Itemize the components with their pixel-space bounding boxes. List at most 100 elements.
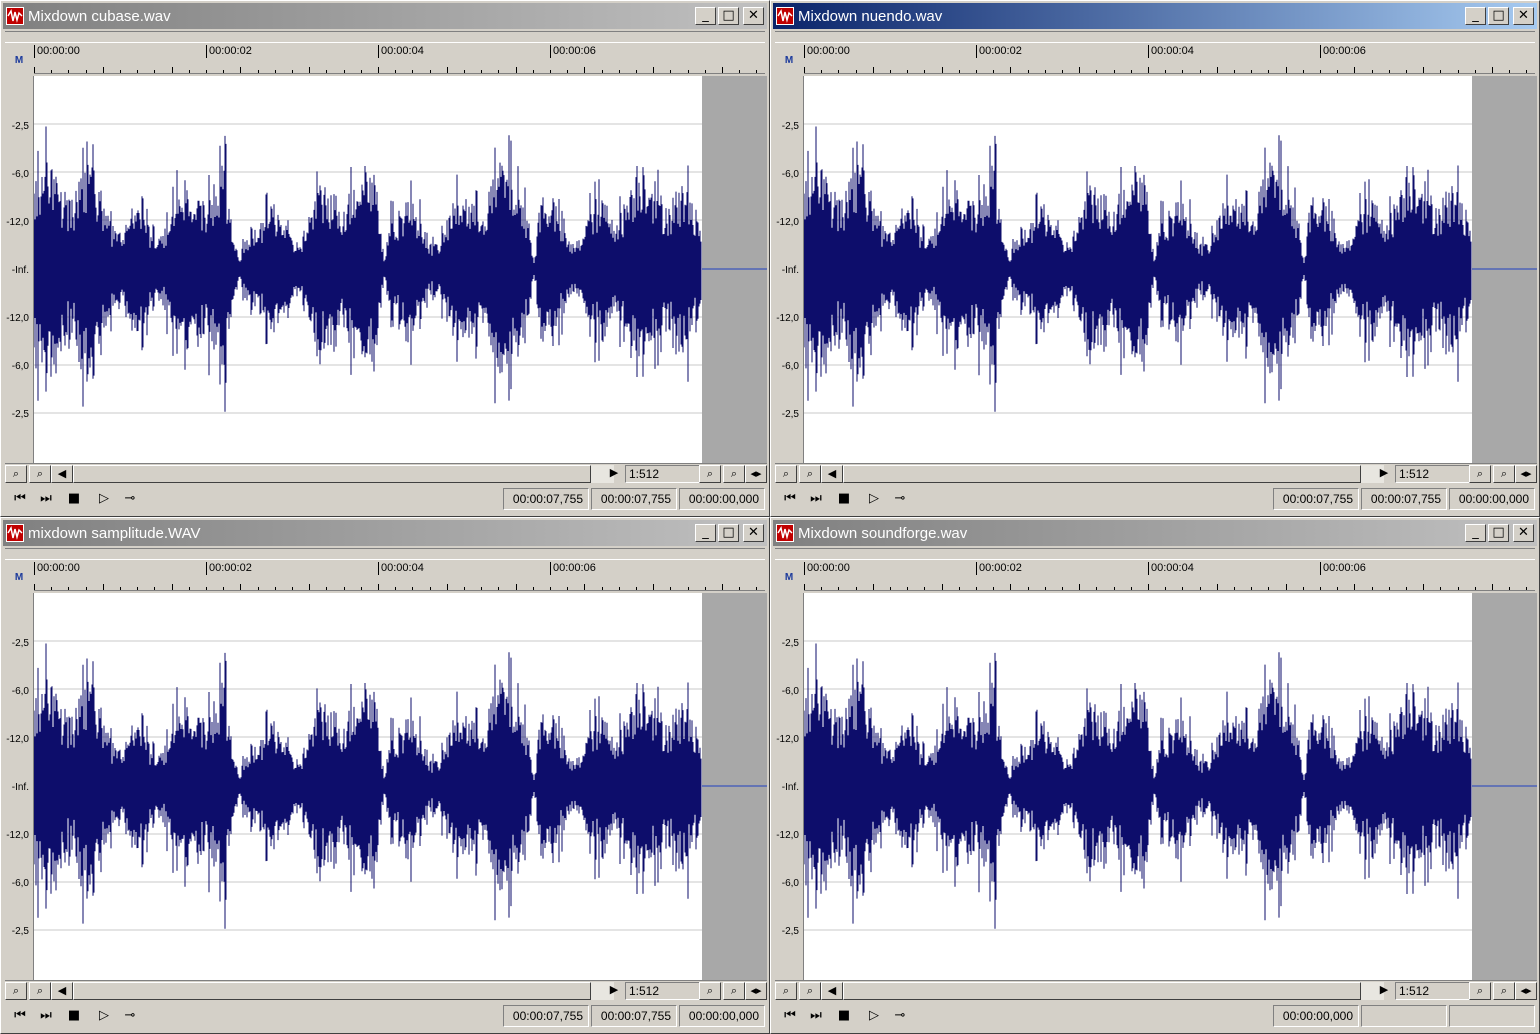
zoom-in-time-icon[interactable]: ⌕ (699, 465, 721, 483)
wave-window-samplitude[interactable]: mixdown samplitude.WAV _ □ ✕ M 00:00:00 … (0, 517, 792, 1034)
ruler-track[interactable]: 00:00:00 00:00:02 00:00:04 00:00:06 (34, 562, 792, 591)
go-to-start-icon[interactable]: ⏮ (9, 489, 31, 509)
wave-window-soundforge[interactable]: Mixdown soundforge.wav _ □ ✕ M 00:00:00 … (770, 517, 1540, 1034)
zoom-out-time-icon[interactable]: ⌕ (1493, 982, 1515, 1000)
go-to-start-icon[interactable]: ⏮ (9, 1006, 31, 1026)
play-icon[interactable]: ▷ (863, 1006, 885, 1026)
zoom-in-time-icon[interactable]: ⌕ (1469, 982, 1491, 1000)
ruler-mode-icon[interactable]: M (775, 45, 803, 75)
waveform-display[interactable] (34, 593, 767, 980)
play-icon[interactable]: ▷ (863, 489, 885, 509)
stop-icon[interactable]: ■ (833, 489, 855, 509)
scroll-left-button[interactable]: ◀ (51, 982, 73, 1000)
go-to-end-icon[interactable]: ⏭ (805, 489, 827, 509)
maximize-button[interactable]: □ (718, 7, 739, 25)
scroll-left-button[interactable]: ◀ (51, 465, 73, 483)
go-to-start-icon[interactable]: ⏮ (779, 489, 801, 509)
zoom-out-icon[interactable]: ⌕ (29, 982, 51, 1000)
minimize-button[interactable]: _ (695, 7, 716, 25)
scroll-thumb[interactable] (73, 982, 591, 1000)
time-ruler[interactable]: M 00:00:00 00:00:02 00:00:04 00:00:06 (5, 45, 792, 75)
go-to-start-icon[interactable]: ⏮ (779, 1006, 801, 1026)
scroll-thumb[interactable] (843, 982, 1361, 1000)
scroll-left-button[interactable]: ◀ (821, 465, 843, 483)
horizontal-scrollbar[interactable] (73, 982, 614, 1000)
wave-window-cubase[interactable]: Mixdown cubase.wav _ □ ✕ M 00:00:00 00:0… (0, 0, 792, 517)
time-ruler[interactable]: M 00:00:00 00:00:02 00:00:04 00:00:06 (775, 562, 1535, 592)
scroll-right-button[interactable]: ▶ (1373, 982, 1395, 1000)
zoom-in-icon[interactable]: ⌕ (5, 465, 27, 483)
go-to-end-icon[interactable]: ⏭ (35, 1006, 57, 1026)
scroll-right-button[interactable]: ▶ (603, 465, 625, 483)
horizontal-scrollbar[interactable] (843, 465, 1384, 483)
region-strip[interactable] (5, 31, 765, 43)
minimize-button[interactable]: _ (1465, 524, 1486, 542)
zoom-in-icon[interactable]: ⌕ (775, 465, 797, 483)
zoom-in-icon[interactable]: ⌕ (775, 982, 797, 1000)
ruler-mode-icon[interactable]: M (5, 562, 33, 592)
horizontal-scrollbar[interactable] (73, 465, 614, 483)
play-icon[interactable]: ▷ (93, 489, 115, 509)
zoom-full-icon[interactable]: ◂▸ (1515, 465, 1537, 483)
waveform-display[interactable] (34, 76, 767, 463)
region-strip[interactable] (5, 548, 765, 560)
title-bar[interactable]: mixdown samplitude.WAV _ □ ✕ (3, 520, 767, 546)
zoom-full-icon[interactable]: ◂▸ (745, 982, 767, 1000)
loop-play-icon[interactable]: ⊸ (889, 489, 911, 509)
ruler-track[interactable]: 00:00:00 00:00:02 00:00:04 00:00:06 (34, 45, 792, 74)
maximize-button[interactable]: □ (1488, 7, 1509, 25)
scroll-right-button[interactable]: ▶ (1373, 465, 1395, 483)
title-bar[interactable]: Mixdown nuendo.wav _ □ ✕ (773, 3, 1537, 29)
loop-play-icon[interactable]: ⊸ (119, 489, 141, 509)
ruler-tick (206, 587, 207, 590)
title-bar[interactable]: Mixdown soundforge.wav _ □ ✕ (773, 520, 1537, 546)
close-button[interactable]: ✕ (1513, 7, 1534, 25)
title-bar[interactable]: Mixdown cubase.wav _ □ ✕ (3, 3, 767, 29)
zoom-full-icon[interactable]: ◂▸ (1515, 982, 1537, 1000)
close-button[interactable]: ✕ (743, 524, 764, 542)
ruler-label: 00:00:00 (804, 45, 850, 58)
zoom-full-icon[interactable]: ◂▸ (745, 465, 767, 483)
close-button[interactable]: ✕ (1513, 524, 1534, 542)
horizontal-scrollbar[interactable] (843, 982, 1384, 1000)
region-strip[interactable] (775, 31, 1535, 43)
loop-play-icon[interactable]: ⊸ (889, 1006, 911, 1026)
go-to-end-icon[interactable]: ⏭ (35, 489, 57, 509)
waveform (804, 593, 1537, 980)
zoom-in-time-icon[interactable]: ⌕ (1469, 465, 1491, 483)
zoom-in-icon[interactable]: ⌕ (5, 982, 27, 1000)
zoom-out-icon[interactable]: ⌕ (29, 465, 51, 483)
zoom-out-time-icon[interactable]: ⌕ (1493, 465, 1515, 483)
ruler-mode-icon[interactable]: M (775, 562, 803, 592)
zoom-in-time-icon[interactable]: ⌕ (699, 982, 721, 1000)
waveform-display[interactable] (804, 76, 1537, 463)
ruler-track[interactable]: 00:00:00 00:00:02 00:00:04 00:00:06 (804, 45, 1535, 74)
zoom-out-icon[interactable]: ⌕ (799, 465, 821, 483)
scroll-right-button[interactable]: ▶ (603, 982, 625, 1000)
play-icon[interactable]: ▷ (93, 1006, 115, 1026)
ruler-tick (1130, 587, 1132, 590)
zoom-out-icon[interactable]: ⌕ (799, 982, 821, 1000)
maximize-button[interactable]: □ (1488, 524, 1509, 542)
scroll-thumb[interactable] (843, 465, 1361, 483)
waveform-display[interactable] (804, 593, 1537, 980)
zoom-out-time-icon[interactable]: ⌕ (723, 465, 745, 483)
wave-window-nuendo[interactable]: Mixdown nuendo.wav _ □ ✕ M 00:00:00 00:0… (770, 0, 1540, 517)
stop-icon[interactable]: ■ (63, 1006, 85, 1026)
stop-icon[interactable]: ■ (833, 1006, 855, 1026)
minimize-button[interactable]: _ (1465, 7, 1486, 25)
maximize-button[interactable]: □ (718, 524, 739, 542)
scroll-thumb[interactable] (73, 465, 591, 483)
minimize-button[interactable]: _ (695, 524, 716, 542)
region-strip[interactable] (775, 548, 1535, 560)
time-ruler[interactable]: M 00:00:00 00:00:02 00:00:04 00:00:06 (775, 45, 1535, 75)
zoom-out-time-icon[interactable]: ⌕ (723, 982, 745, 1000)
go-to-end-icon[interactable]: ⏭ (805, 1006, 827, 1026)
scroll-left-button[interactable]: ◀ (821, 982, 843, 1000)
time-ruler[interactable]: M 00:00:00 00:00:02 00:00:04 00:00:06 (5, 562, 792, 592)
loop-play-icon[interactable]: ⊸ (119, 1006, 141, 1026)
ruler-mode-icon[interactable]: M (5, 45, 33, 75)
stop-icon[interactable]: ■ (63, 489, 85, 509)
ruler-track[interactable]: 00:00:00 00:00:02 00:00:04 00:00:06 (804, 562, 1535, 591)
close-button[interactable]: ✕ (743, 7, 764, 25)
